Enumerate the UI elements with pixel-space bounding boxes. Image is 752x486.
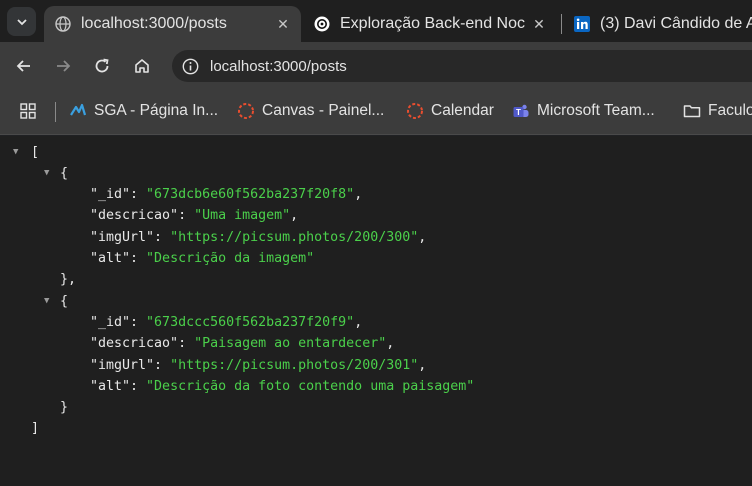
json-property-imgurl: "imgUrl": "https://picsum.photos/200/301… [90, 358, 427, 373]
globe-icon [54, 16, 71, 33]
json-value-alt: "Descrição da imagem" [146, 251, 315, 266]
reload-icon [95, 58, 109, 73]
collapse-toggle-icon[interactable]: ▼ [44, 291, 54, 312]
json-value-descricao: "Paisagem ao entardecer" [194, 336, 387, 351]
bookmark-folder-faculo[interactable]: Faculo [683, 99, 752, 123]
arrow-left-icon [16, 60, 30, 72]
bookmark-label: Canvas - Painel... [262, 102, 385, 119]
chatgpt-icon [313, 16, 330, 33]
folder-icon [683, 102, 701, 120]
json-open-bracket: [ [31, 145, 40, 160]
url-text: localhost:3000/posts [210, 57, 347, 75]
home-button[interactable] [131, 55, 153, 77]
collapse-toggle-icon[interactable]: ▼ [44, 163, 54, 184]
bookmark-label: Microsoft Team... [537, 102, 655, 119]
bookmark-canvas[interactable]: Canvas - Painel... [237, 99, 384, 123]
sga-icon [69, 102, 87, 120]
json-object-open: { [60, 166, 69, 181]
bookmark-calendar[interactable]: Calendar [406, 99, 494, 123]
close-tab-icon[interactable]: ✕ [273, 16, 293, 33]
json-object-open: { [60, 294, 69, 309]
address-bar[interactable]: localhost:3000/posts [172, 50, 752, 82]
tab-strip: localhost:3000/posts ✕ Exploração Back-e… [0, 0, 752, 42]
teams-icon: T [512, 102, 530, 120]
svg-text:T: T [516, 108, 521, 117]
tab-title: Exploração Back-end Noc [340, 15, 525, 32]
tab-divider [561, 14, 562, 34]
arrow-right-icon [57, 60, 71, 72]
json-value-alt: "Descrição da foto contendo uma paisagem… [146, 379, 475, 394]
tab-search-button[interactable] [7, 7, 36, 36]
bookmarks-divider [55, 102, 56, 122]
json-close-bracket: ] [31, 421, 40, 436]
json-value-id: "673dccc560f562ba237f20f9" [146, 315, 355, 330]
json-property-alt: "alt": "Descrição da foto contendo uma p… [90, 379, 475, 394]
home-icon [135, 59, 149, 73]
bookmark-teams[interactable]: T Microsoft Team... [512, 99, 655, 123]
bookmark-label: SGA - Página In... [94, 102, 219, 119]
bookmark-label: Calendar [431, 102, 494, 119]
json-value-imgurl: "https://picsum.photos/200/300" [170, 230, 419, 245]
site-info-icon[interactable] [181, 57, 199, 75]
close-tab-icon[interactable]: ✕ [529, 16, 549, 33]
bookmark-label: Faculo [708, 102, 752, 119]
tab-title: (3) Davi Cândido de A [600, 15, 752, 32]
json-object-close: } [60, 400, 69, 415]
linkedin-icon [573, 16, 590, 33]
calendar-icon [406, 102, 424, 120]
collapse-toggle-icon[interactable]: ▼ [13, 142, 23, 163]
tab-title: localhost:3000/posts [81, 15, 227, 32]
json-object-close: }, [60, 272, 77, 287]
json-property-alt: "alt": "Descrição da imagem" [90, 251, 315, 266]
json-property-id: "_id": "673dcb6e60f562ba237f20f8", [90, 187, 363, 202]
canvas-icon [237, 102, 255, 120]
tab-localhost-posts[interactable]: localhost:3000/posts ✕ [44, 6, 301, 42]
json-viewer: ▼ [ ▼ { "_id": "673dcb6e60f562ba237f20f8… [0, 136, 752, 486]
apps-button[interactable] [19, 99, 37, 123]
browser-toolbar: localhost:3000/posts [0, 42, 752, 89]
json-value-id: "673dcb6e60f562ba237f20f8" [146, 187, 355, 202]
json-value-imgurl: "https://picsum.photos/200/301" [170, 358, 419, 373]
json-value-descricao: "Uma imagem" [194, 208, 291, 223]
apps-grid-icon [20, 103, 36, 119]
json-property-imgurl: "imgUrl": "https://picsum.photos/200/300… [90, 230, 427, 245]
chevron-down-icon [16, 18, 27, 25]
bookmarks-bar: SGA - Página In... Canvas - Painel... Ca… [0, 89, 752, 135]
bookmark-sga[interactable]: SGA - Página In... [69, 99, 218, 123]
forward-button[interactable] [52, 55, 74, 77]
json-property-descricao: "descricao": "Uma imagem", [90, 208, 299, 223]
json-property-descricao: "descricao": "Paisagem ao entardecer", [90, 336, 395, 351]
reload-button[interactable] [91, 55, 113, 77]
tab-exploracao-backend[interactable]: Exploração Back-end Noc ✕ [305, 6, 557, 42]
tab-linkedin[interactable]: (3) Davi Cândido de A [567, 6, 752, 42]
json-property-id: "_id": "673dccc560f562ba237f20f9", [90, 315, 363, 330]
back-button[interactable] [13, 55, 35, 77]
